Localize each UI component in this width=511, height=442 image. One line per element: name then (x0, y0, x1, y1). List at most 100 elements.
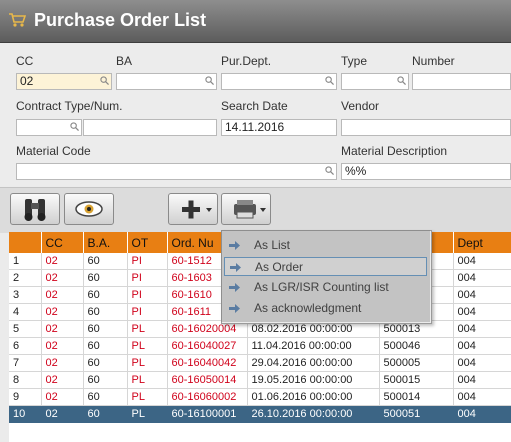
contract-num-field[interactable] (83, 119, 217, 136)
vendor-label: Vendor (341, 99, 380, 113)
magnifier-icon[interactable] (325, 76, 334, 85)
title-bar: Purchase Order List (0, 0, 511, 43)
magnifier-icon[interactable] (397, 76, 406, 85)
table-cell: 500015 (379, 371, 454, 389)
table-cell: 02 (41, 354, 84, 372)
type-field[interactable] (341, 73, 409, 90)
toolbar (0, 187, 511, 233)
contract-type-field[interactable] (16, 119, 82, 136)
table-cell: 10 (9, 405, 42, 423)
table-cell: 60 (83, 253, 128, 270)
magnifier-icon[interactable] (325, 166, 334, 175)
view-button[interactable] (64, 193, 114, 225)
table-cell: 19.05.2016 00:00:00 (247, 371, 380, 389)
material-desc-label: Material Description (341, 144, 448, 158)
menu-item[interactable]: As Order (224, 257, 427, 276)
table-cell: 60-16050014 (167, 371, 248, 389)
table-cell: 004 (453, 286, 511, 304)
table-cell: 60 (83, 371, 128, 389)
table-cell: 60 (83, 388, 128, 406)
table-cell: PL (127, 405, 168, 423)
number-label: Number (412, 54, 455, 68)
table-cell: 5 (9, 320, 42, 338)
material-code-field[interactable] (16, 163, 337, 180)
table-cell: 9 (9, 388, 42, 406)
table-cell: 6 (9, 337, 42, 355)
table-cell: 60 (83, 286, 128, 304)
table-cell: 004 (453, 253, 511, 270)
column-header[interactable]: OT (127, 232, 168, 253)
table-row[interactable]: 10 02 60 PL 60-16100001 26.10.2016 00:00:00 50… (9, 405, 511, 423)
table-cell: 004 (453, 303, 511, 321)
magnifier-icon[interactable] (70, 122, 79, 131)
table-cell: 11.04.2016 00:00:00 (247, 337, 380, 355)
search-button[interactable] (10, 193, 60, 225)
searchdate-field[interactable]: 14.11.2016 (221, 119, 337, 136)
table-cell: 02 (41, 269, 84, 287)
table-cell: 29.04.2016 00:00:00 (247, 354, 380, 372)
table-cell: 004 (453, 405, 511, 423)
purdept-label: Pur.Dept. (221, 54, 272, 68)
table-cell: 4 (9, 303, 42, 321)
eye-icon (75, 201, 103, 217)
table-cell: PL (127, 354, 168, 372)
searchdate-value: 14.11.2016 (225, 120, 285, 134)
menu-item[interactable]: As LGR/ISR Counting list (224, 278, 427, 297)
material-code-label: Material Code (16, 144, 91, 158)
column-header[interactable]: B.A. (83, 232, 128, 253)
table-cell: PL (127, 320, 168, 338)
table-cell: 26.10.2016 00:00:00 (247, 405, 380, 423)
cart-icon (9, 13, 26, 27)
table-cell: 60 (83, 354, 128, 372)
menu-item-label: As Order (255, 260, 304, 274)
material-desc-value: %% (345, 164, 367, 178)
ba-label: BA (116, 54, 133, 68)
window-title: Purchase Order List (34, 10, 207, 30)
table-cell: 7 (9, 354, 42, 372)
number-field[interactable] (412, 73, 511, 90)
menu-item[interactable]: As List (224, 236, 427, 255)
table-cell: PI (127, 269, 168, 287)
purdept-field[interactable] (221, 73, 337, 90)
table-row[interactable]: 9 02 60 PL 60-16060002 01.06.2016 00:00:00 500… (9, 388, 511, 406)
arrow-icon (230, 263, 241, 272)
table-cell: 02 (41, 303, 84, 321)
table-cell: 02 (41, 253, 84, 270)
magnifier-icon[interactable] (205, 76, 214, 85)
cc-field[interactable]: 02 (16, 73, 112, 90)
column-header[interactable] (9, 232, 42, 253)
menu-item-label: As LGR/ISR Counting list (254, 280, 389, 294)
table-cell: 60 (83, 303, 128, 321)
menu-item-label: As List (254, 238, 291, 252)
material-desc-field[interactable]: %% (341, 163, 511, 180)
printer-icon (234, 200, 266, 219)
table-cell: 60 (83, 320, 128, 338)
table-cell: PL (127, 337, 168, 355)
vendor-field[interactable] (341, 119, 511, 136)
table-cell: 004 (453, 337, 511, 355)
table-cell: PI (127, 286, 168, 304)
table-row[interactable]: 8 02 60 PL 60-16050014 19.05.2016 00:00:00 500… (9, 371, 511, 389)
table-cell: 500051 (379, 405, 454, 423)
table-cell: PL (127, 371, 168, 389)
searchdate-label: Search Date (221, 99, 288, 113)
print-dropdown-menu: As List As Order As LGR/ISR Counting list A… (221, 230, 432, 324)
ba-field[interactable] (116, 73, 217, 90)
table-row[interactable]: 6 02 60 PL 60-16040027 11.04.2016 00:00:00 500… (9, 337, 511, 355)
column-header[interactable]: CC (41, 232, 84, 253)
table-row[interactable]: 7 02 60 PL 60-16040042 29.04.2016 00:00:00 500… (9, 354, 511, 372)
filter-panel: CC 02 BA Pur.Dept. Type Number Contract … (0, 43, 511, 186)
table-cell: 60-16060002 (167, 388, 248, 406)
table-cell: 01.06.2016 00:00:00 (247, 388, 380, 406)
menu-item[interactable]: As acknowledgment (224, 299, 427, 318)
print-button[interactable] (221, 193, 271, 225)
magnifier-icon[interactable] (100, 76, 109, 85)
table-cell: 2 (9, 269, 42, 287)
column-header[interactable]: Dept (453, 232, 511, 253)
table-cell: 1 (9, 253, 42, 270)
table-cell: 004 (453, 354, 511, 372)
add-button[interactable] (168, 193, 218, 225)
table-cell: 02 (41, 371, 84, 389)
table-cell: 02 (41, 286, 84, 304)
table-cell: 004 (453, 388, 511, 406)
